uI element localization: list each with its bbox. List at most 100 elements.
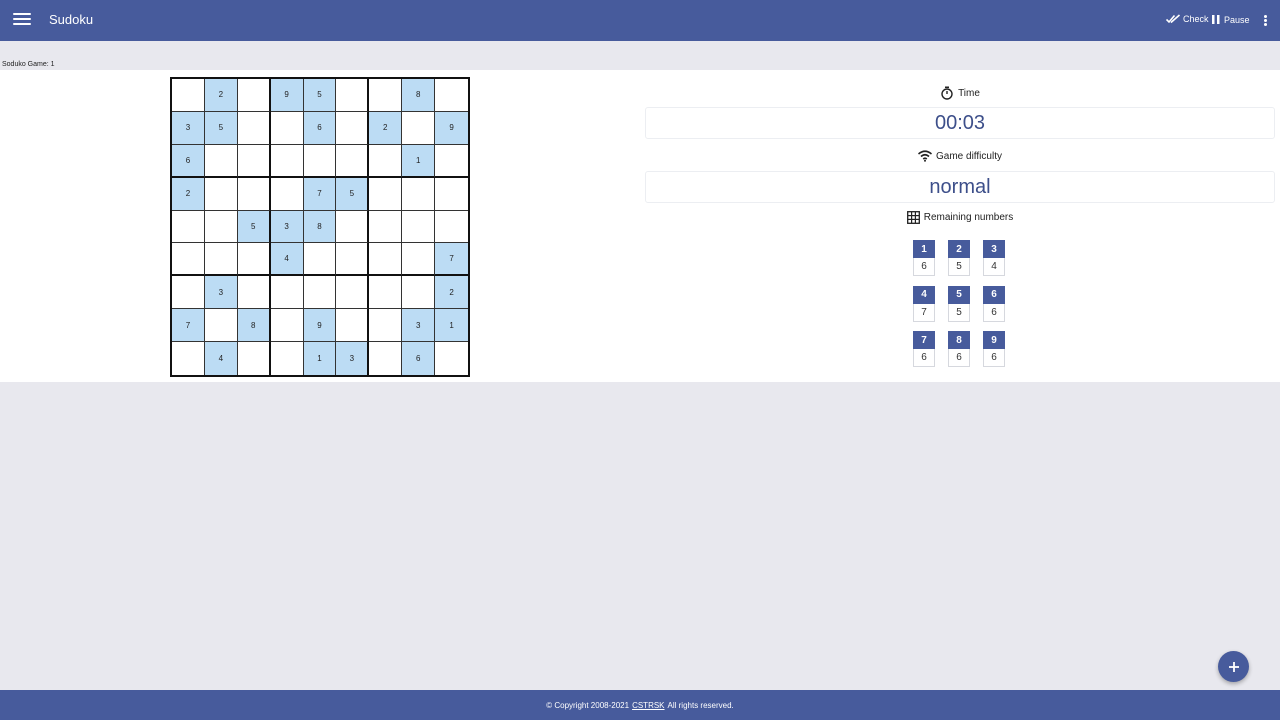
sudoku-cell[interactable] — [237, 243, 271, 277]
sudoku-cell[interactable] — [172, 79, 205, 112]
sudoku-cell[interactable] — [336, 111, 370, 145]
remaining-number: 4 — [913, 285, 935, 304]
more-options-button[interactable] — [1259, 15, 1271, 29]
remaining-number-item[interactable]: 47 — [913, 285, 935, 324]
remaining-number-item[interactable]: 16 — [913, 240, 935, 278]
sudoku-cell[interactable] — [369, 276, 403, 310]
sudoku-cell[interactable]: 5 — [303, 79, 337, 112]
sudoku-cell[interactable] — [237, 177, 271, 211]
sudoku-cell[interactable] — [172, 243, 205, 277]
sudoku-cell[interactable] — [303, 243, 337, 277]
sudoku-cell[interactable]: 8 — [402, 79, 436, 112]
sudoku-cell[interactable] — [237, 79, 271, 112]
sudoku-cell[interactable] — [204, 243, 238, 277]
sudoku-cell[interactable]: 1 — [435, 309, 468, 343]
sudoku-cell[interactable]: 3 — [402, 309, 436, 343]
sudoku-cell[interactable]: 3 — [270, 210, 304, 244]
sudoku-cell[interactable]: 9 — [303, 309, 337, 343]
remaining-number-item[interactable]: 25 — [948, 240, 970, 278]
sudoku-cell[interactable] — [336, 210, 370, 244]
sudoku-cell[interactable]: 1 — [402, 144, 436, 178]
check-button[interactable]: Check — [1166, 14, 1209, 24]
sudoku-cell[interactable] — [336, 144, 370, 178]
sudoku-cell[interactable]: 5 — [204, 111, 238, 145]
sudoku-cell[interactable] — [369, 342, 403, 375]
sudoku-cell[interactable] — [237, 111, 271, 145]
sudoku-cell[interactable] — [270, 309, 304, 343]
sudoku-cell[interactable]: 6 — [402, 342, 436, 375]
sudoku-cell[interactable]: 7 — [303, 177, 337, 211]
sudoku-cell[interactable]: 5 — [336, 177, 370, 211]
remaining-count: 5 — [948, 258, 970, 276]
sudoku-cell[interactable]: 2 — [435, 276, 468, 310]
sudoku-cell[interactable] — [402, 111, 436, 145]
sudoku-cell[interactable] — [369, 243, 403, 277]
sudoku-cell[interactable]: 8 — [237, 309, 271, 343]
sudoku-cell[interactable]: 3 — [204, 276, 238, 310]
sudoku-cell[interactable] — [369, 144, 403, 178]
sudoku-cell[interactable] — [435, 178, 468, 211]
sudoku-cell[interactable] — [435, 145, 468, 178]
sudoku-cell[interactable]: 7 — [172, 309, 205, 343]
sudoku-cell[interactable] — [336, 79, 370, 112]
sudoku-cell[interactable] — [271, 342, 304, 375]
remaining-number-item[interactable]: 96 — [983, 331, 1005, 369]
sudoku-cell[interactable] — [172, 342, 205, 375]
remaining-numbers-grid: 16 25 34 47 55 66 76 86 96 — [913, 240, 1009, 372]
sudoku-cell[interactable] — [303, 144, 337, 178]
remaining-number-item[interactable]: 34 — [983, 240, 1005, 278]
sudoku-cell[interactable]: 1 — [303, 342, 337, 375]
sudoku-cell[interactable]: 2 — [204, 79, 238, 112]
menu-button[interactable] — [13, 13, 31, 29]
sudoku-cell[interactable]: 4 — [204, 342, 238, 375]
sudoku-cell[interactable] — [237, 276, 271, 310]
sudoku-cell[interactable] — [435, 211, 468, 244]
sudoku-cell[interactable]: 3 — [172, 111, 205, 145]
sudoku-cell[interactable] — [402, 210, 436, 244]
sudoku-cell[interactable] — [369, 79, 403, 112]
footer-link[interactable]: CSTRSK — [632, 701, 664, 710]
sudoku-cell[interactable] — [303, 276, 337, 310]
sudoku-cell[interactable] — [369, 309, 403, 343]
sudoku-cell[interactable] — [204, 309, 238, 343]
sudoku-cell[interactable]: 7 — [435, 243, 468, 277]
plus-icon — [1228, 661, 1239, 672]
new-game-fab[interactable] — [1218, 651, 1249, 682]
sudoku-cell[interactable] — [204, 144, 238, 178]
sudoku-cell[interactable] — [270, 111, 304, 145]
sudoku-cell[interactable]: 6 — [172, 144, 205, 178]
sudoku-cell[interactable] — [402, 177, 436, 211]
sudoku-cell[interactable] — [237, 144, 271, 178]
sudoku-cell[interactable]: 9 — [435, 111, 468, 145]
sudoku-cell[interactable] — [270, 276, 304, 310]
sudoku-cell[interactable]: 5 — [237, 210, 271, 244]
sudoku-cell[interactable] — [270, 177, 304, 211]
sudoku-cell[interactable] — [172, 276, 205, 310]
sudoku-cell[interactable]: 3 — [336, 342, 370, 375]
pause-button[interactable]: Pause — [1211, 14, 1250, 25]
sudoku-cell[interactable] — [204, 177, 238, 211]
sudoku-cell[interactable] — [172, 210, 205, 244]
sudoku-cell[interactable] — [402, 276, 436, 310]
sudoku-cell[interactable] — [369, 177, 403, 211]
sudoku-cell[interactable] — [336, 309, 370, 343]
sudoku-cell[interactable]: 6 — [303, 111, 337, 145]
remaining-number-item[interactable]: 55 — [948, 285, 970, 324]
sudoku-cell[interactable] — [336, 276, 370, 310]
sudoku-cell[interactable] — [402, 243, 436, 277]
sudoku-cell[interactable] — [336, 243, 370, 277]
sudoku-cell[interactable] — [435, 79, 468, 112]
sudoku-cell[interactable] — [369, 210, 403, 244]
sudoku-cell[interactable]: 8 — [303, 210, 337, 244]
sudoku-cell[interactable] — [270, 144, 304, 178]
remaining-number-item[interactable]: 76 — [913, 331, 935, 369]
remaining-number-item[interactable]: 66 — [983, 285, 1005, 324]
remaining-number-item[interactable]: 86 — [948, 331, 970, 369]
sudoku-cell[interactable]: 9 — [270, 79, 304, 112]
sudoku-cell[interactable] — [435, 342, 468, 375]
sudoku-cell[interactable]: 4 — [270, 243, 304, 277]
sudoku-cell[interactable] — [238, 342, 271, 375]
sudoku-cell[interactable]: 2 — [369, 111, 403, 145]
sudoku-cell[interactable] — [204, 210, 238, 244]
sudoku-cell[interactable]: 2 — [172, 177, 205, 211]
